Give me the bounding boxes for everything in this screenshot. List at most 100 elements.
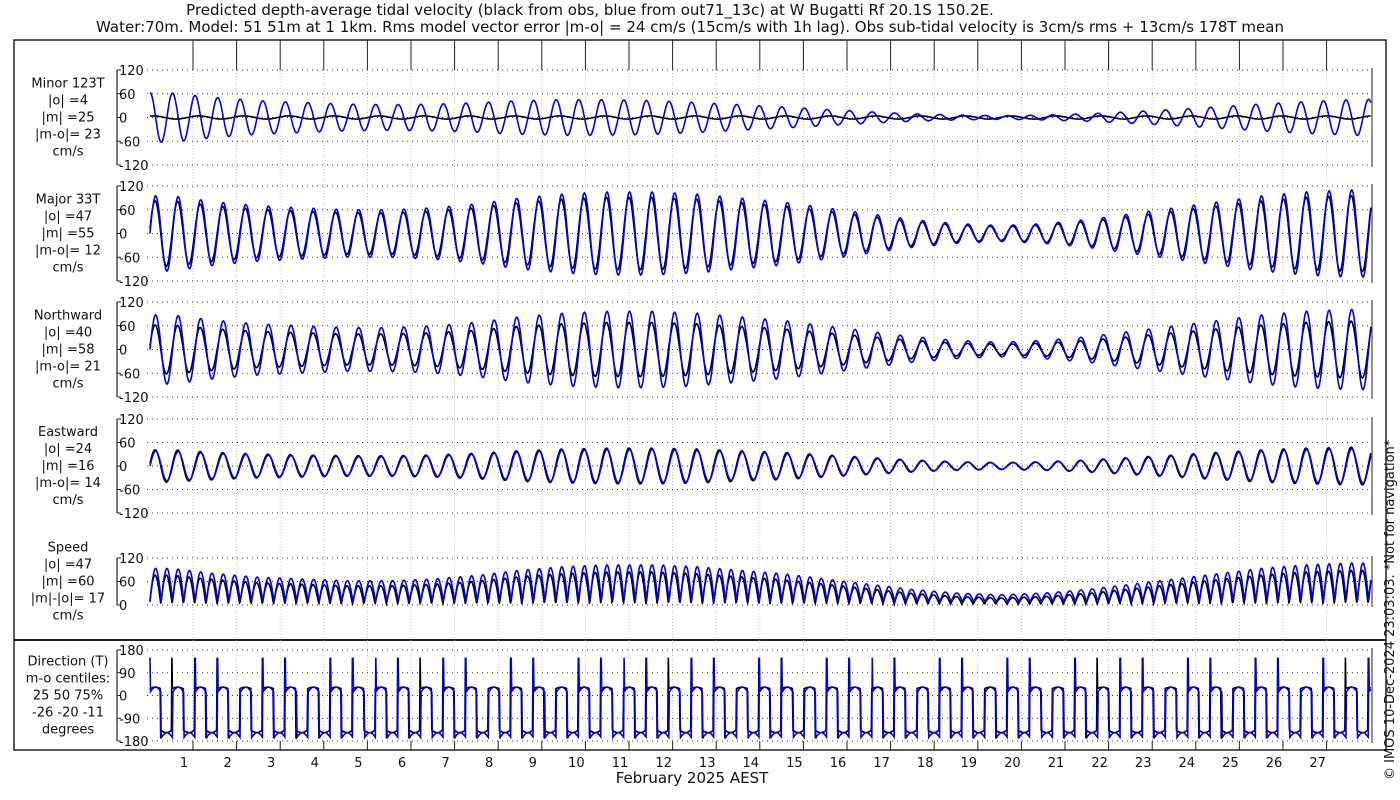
y-tick-label: 0	[119, 228, 127, 243]
panel-label-line: degrees	[42, 723, 95, 738]
x-tick-label: 6	[398, 756, 406, 771]
x-tick-label: 13	[699, 756, 716, 771]
panel-speed: Speed |o| =47 |m| =60 |m|-|o|= 17 cm/s 120 60 0	[31, 541, 1373, 624]
x-tick-label: 20	[1004, 756, 1021, 771]
x-tick-label: 9	[529, 756, 537, 771]
x-tick-label: 11	[612, 756, 629, 771]
panel-label-line: Minor 123T	[31, 77, 104, 92]
y-tick-label: -60	[119, 251, 140, 266]
y-tick-label: 120	[119, 413, 144, 428]
y-tick-label: -180	[119, 735, 149, 750]
y-tick-label: 120	[119, 296, 144, 311]
panel-label-line: cm/s	[53, 145, 84, 160]
y-tick-label: 180	[119, 644, 144, 659]
y-tick-label: 60	[119, 437, 136, 452]
panel-label-line: -26 -20 -11	[32, 706, 104, 721]
y-tick-label: 0	[119, 344, 127, 359]
panel-label-line: Northward	[34, 309, 102, 324]
panel-minor: Minor 123T |o| =4 |m| =25 |m-o|= 23 cm/s 120 6…	[31, 64, 1373, 174]
y-tick-label: -90	[119, 712, 140, 727]
panel-label-line: |m| =25	[42, 111, 95, 126]
panel-label-line: Direction (T)	[28, 655, 109, 670]
panel-label-line: m-o centiles:	[26, 672, 111, 687]
x-tick-label: 27	[1309, 756, 1326, 771]
panel-label-line: cm/s	[53, 377, 84, 392]
y-tick-label: 120	[119, 180, 144, 195]
model-line-east	[149, 448, 1372, 484]
panel-label-line: |m| =16	[42, 459, 95, 474]
panel-label-line: Eastward	[38, 425, 98, 440]
x-tick-label: 2	[223, 756, 231, 771]
y-tick-label: -120	[119, 391, 149, 406]
panel-label-line: cm/s	[53, 261, 84, 276]
panel-label-line: |o| =47	[44, 210, 92, 225]
panel-label-line: cm/s	[53, 493, 84, 508]
panel-label-line: |o| =40	[44, 326, 92, 341]
x-tick-label: 25	[1222, 756, 1239, 771]
x-tick-label: 3	[267, 756, 275, 771]
y-tick-label: 0	[119, 599, 127, 614]
y-tick-label: -60	[119, 484, 140, 499]
chart-subtitle: Water:70m. Model: 51 51m at 1 1km. Rms m…	[96, 18, 1284, 36]
panel-label-line: |o| =4	[48, 94, 88, 109]
y-tick-label: 60	[119, 320, 136, 335]
x-tick-label: 24	[1179, 756, 1196, 771]
y-tick-label: -120	[119, 159, 149, 174]
x-tick-label: 18	[917, 756, 934, 771]
x-tick-label: 4	[311, 756, 319, 771]
copyright-note: © IMOS 10-Dec-2024 23:03:03. *Not for na…	[1383, 439, 1398, 780]
x-tick-label: 15	[786, 756, 803, 771]
y-tick-label: -120	[119, 507, 149, 522]
model-line-north	[149, 308, 1372, 391]
panel-label-line: |m-o|= 23	[35, 128, 101, 143]
panel-major: Major 33T |o| =47 |m| =55 |m-o|= 12 cm/s 120 6…	[35, 180, 1373, 290]
x-tick-label: 14	[743, 756, 760, 771]
x-tick-label: 1	[180, 756, 188, 771]
tidal-velocity-chart: Predicted depth-average tidal velocity (…	[13, 1, 1398, 787]
panel-direction: Direction (T) m-o centiles: 25 50 75% -26 -…	[26, 644, 1373, 750]
panel-label-line: |m-o|= 21	[35, 360, 101, 375]
y-tick-label: -120	[119, 275, 149, 290]
panel-label-line: |m-o|= 14	[35, 476, 101, 491]
y-tick-label: -60	[119, 367, 140, 382]
panel-label-line: cm/s	[53, 609, 84, 624]
panel-label-line: 25 50 75%	[33, 689, 103, 704]
plot-frame	[13, 39, 1387, 751]
y-tick-label: 90	[119, 667, 136, 682]
model-line-direction	[149, 657, 1372, 741]
panel-label-line: |m| =55	[42, 227, 95, 242]
x-tick-label: 5	[354, 756, 362, 771]
y-tick-label: 120	[119, 552, 144, 567]
y-tick-label: -60	[119, 135, 140, 150]
x-tick-label: 12	[655, 756, 672, 771]
x-axis-label: February 2025 AEST	[616, 769, 769, 787]
panel-label-line: Major 33T	[36, 193, 101, 208]
x-tick-label: 22	[1091, 756, 1108, 771]
x-tick-label: 17	[873, 756, 890, 771]
x-tick-label: 19	[961, 756, 978, 771]
x-tick-label: 26	[1266, 756, 1283, 771]
y-tick-label: 0	[119, 690, 127, 705]
panel-label-line: |m| =60	[42, 575, 95, 590]
panel-north: Northward |o| =40 |m| =58 |m-o|= 21 cm/s 120 6…	[34, 296, 1373, 406]
y-tick-label: 0	[119, 112, 127, 127]
x-tick-label: 23	[1135, 756, 1152, 771]
panel-label-line: |m-o|= 12	[35, 244, 101, 259]
x-tick-label: 16	[830, 756, 847, 771]
panel-east: Eastward |o| =24 |m| =16 |m-o|= 14 cm/s 120 60…	[35, 413, 1373, 522]
panel-label-line: |m| =58	[42, 343, 95, 358]
x-tick-label: 10	[568, 756, 585, 771]
panel-label-line: Speed	[48, 541, 89, 556]
model-line-speed	[149, 562, 1372, 605]
y-tick-label: 60	[119, 204, 136, 219]
panel-label-line: |o| =47	[44, 558, 92, 573]
model-line-major	[149, 189, 1372, 278]
x-tick-label: 21	[1048, 756, 1065, 771]
y-tick-label: 60	[119, 576, 136, 591]
x-tick-label: 8	[485, 756, 493, 771]
y-tick-label: 120	[119, 64, 144, 79]
panel-label-line: |m|-|o|= 17	[31, 592, 105, 607]
panel-label-line: |o| =24	[44, 442, 92, 457]
y-tick-label: 60	[119, 88, 136, 103]
y-tick-label: 0	[119, 460, 127, 475]
